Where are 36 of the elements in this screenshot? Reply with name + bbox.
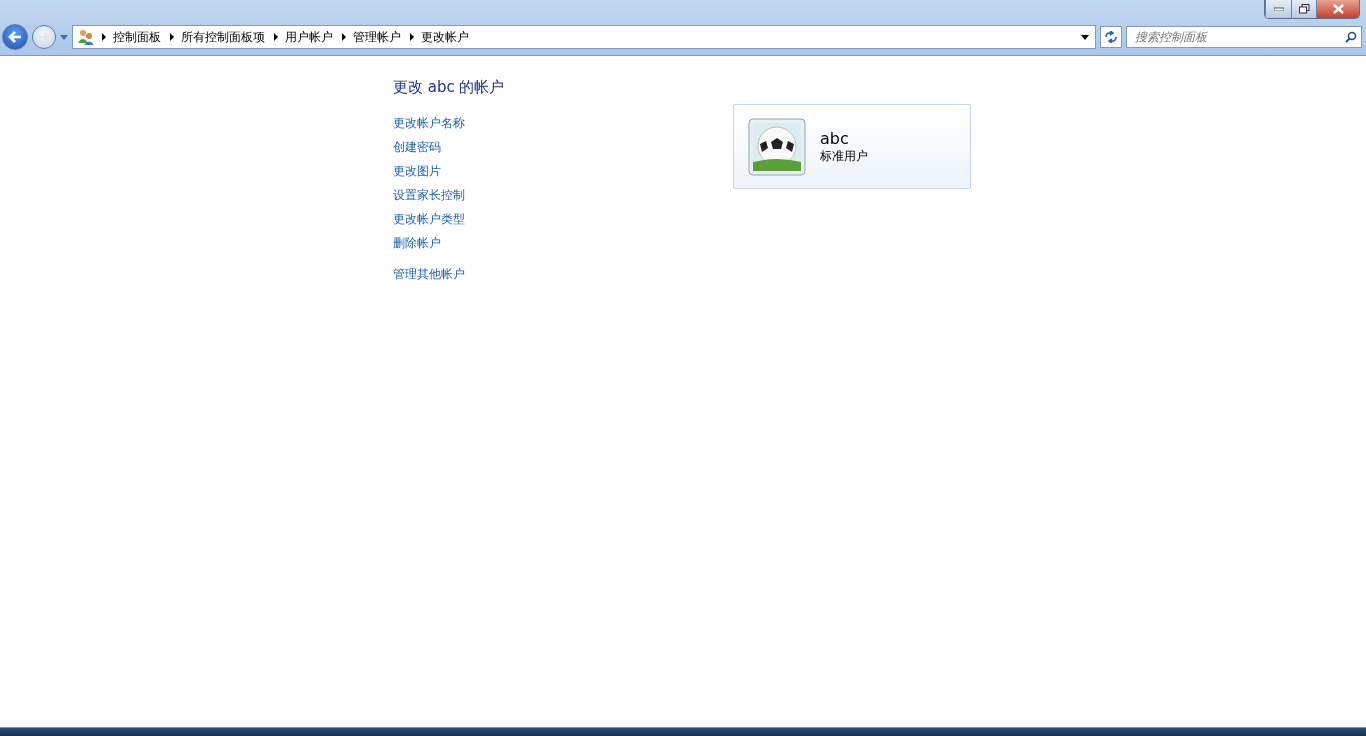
close-button[interactable] xyxy=(1316,0,1359,18)
breadcrumb-item[interactable]: 用户帐户 xyxy=(281,28,339,46)
refresh-icon[interactable] xyxy=(1104,31,1118,43)
task-link[interactable]: 管理其他帐户 xyxy=(393,262,465,286)
task-link[interactable]: 设置家长控制 xyxy=(393,183,465,207)
task-link[interactable]: 更改帐户名称 xyxy=(393,111,465,135)
history-dropdown-icon[interactable] xyxy=(60,34,68,40)
users-icon xyxy=(77,29,95,45)
restore-button[interactable] xyxy=(1291,0,1316,18)
breadcrumb-item[interactable]: 更改帐户 xyxy=(417,28,475,46)
breadcrumb-arrow-icon[interactable] xyxy=(273,33,279,41)
breadcrumb-item[interactable]: 控制面板 xyxy=(109,28,167,46)
minimize-icon[interactable] xyxy=(1273,7,1284,11)
breadcrumb-arrow-icon[interactable] xyxy=(101,33,107,41)
breadcrumb-item[interactable]: 所有控制面板项 xyxy=(177,28,271,46)
task-link[interactable]: 创建密码 xyxy=(393,135,441,159)
breadcrumb-arrow-icon[interactable] xyxy=(169,33,175,41)
soccer-ball-avatar-icon xyxy=(748,117,806,176)
breadcrumb-item[interactable]: 管理帐户 xyxy=(349,28,407,46)
dropdown-arrow-icon[interactable] xyxy=(1081,34,1089,40)
account-type: 标准用户 xyxy=(820,147,868,165)
breadcrumb-arrow-icon[interactable] xyxy=(341,33,347,41)
account-name: abc xyxy=(820,128,850,148)
forward-button[interactable] xyxy=(32,25,56,49)
task-link[interactable]: 删除帐户 xyxy=(393,231,441,255)
task-link[interactable]: 更改帐户类型 xyxy=(393,207,465,231)
search-field[interactable]: 搜索控制面板 xyxy=(1126,26,1362,48)
back-button[interactable] xyxy=(2,24,28,50)
page-heading: 更改 abc 的帐户 xyxy=(393,78,506,97)
close-icon[interactable] xyxy=(1332,4,1344,14)
back-arrow-icon[interactable] xyxy=(8,31,22,43)
search-icon[interactable] xyxy=(1345,31,1357,43)
task-link[interactable]: 更改图片 xyxy=(393,159,441,183)
breadcrumb-arrow-icon[interactable] xyxy=(409,33,415,41)
restore-icon[interactable] xyxy=(1298,4,1310,14)
refresh-button[interactable] xyxy=(1100,26,1122,48)
